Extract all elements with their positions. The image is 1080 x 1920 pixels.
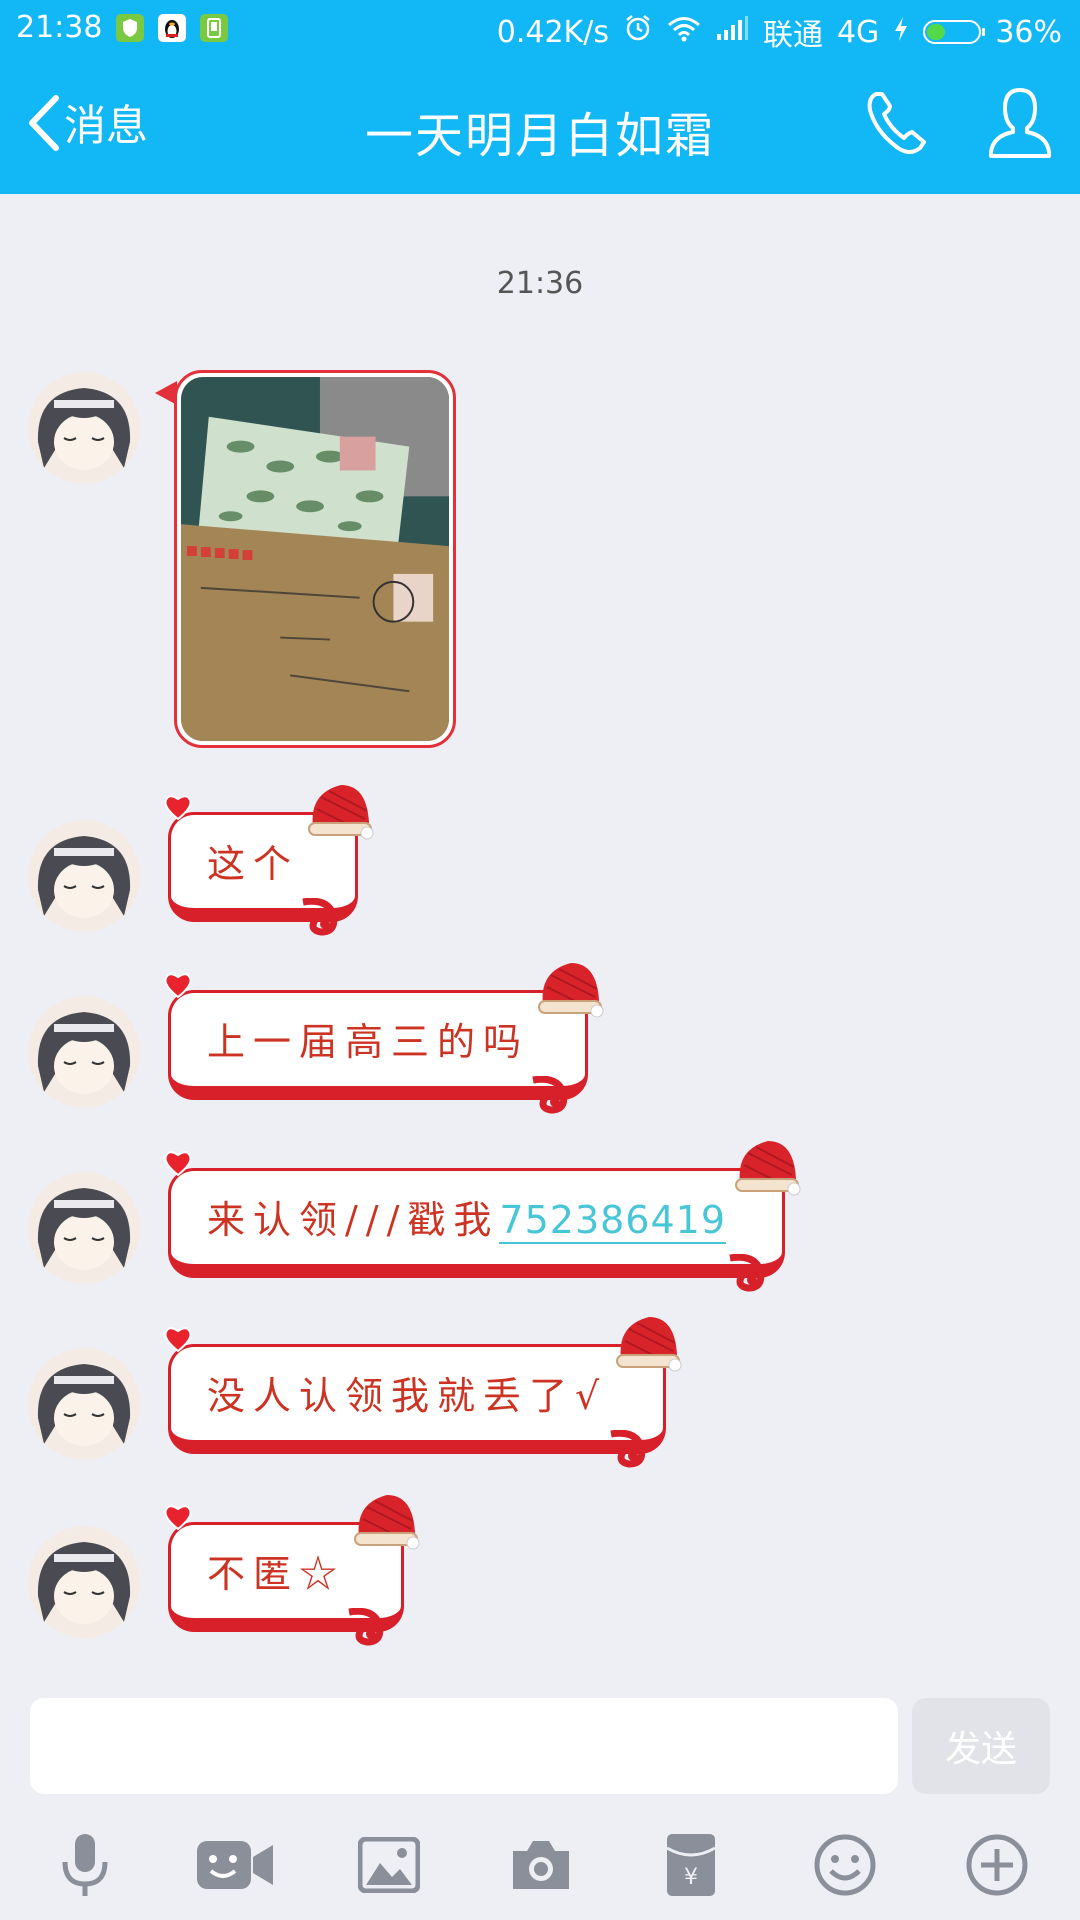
red-packet-icon: ¥ (666, 1834, 716, 1896)
camera-button[interactable] (496, 1820, 586, 1910)
video-call-button[interactable] (190, 1820, 280, 1910)
plus-icon (966, 1834, 1028, 1896)
heart-decoration-icon (164, 795, 192, 821)
contact-avatar[interactable] (28, 820, 140, 932)
alarm-icon (623, 13, 653, 51)
input-toolbar: ¥ (0, 1820, 1080, 1910)
message-bubble[interactable]: 上一届高三的吗 (164, 963, 604, 1114)
qq-number-link[interactable]: 752386419 (499, 1198, 727, 1244)
contact-avatar[interactable] (28, 1526, 140, 1638)
back-label: 消息 (64, 101, 149, 150)
status-time: 21:38 (16, 10, 103, 45)
more-options-button[interactable] (952, 1820, 1042, 1910)
charging-icon (893, 15, 909, 50)
profile-button[interactable] (985, 86, 1055, 160)
message-text: 这个 (207, 842, 300, 886)
contact-avatar[interactable] (28, 1172, 140, 1284)
voice-input-button[interactable] (40, 1820, 130, 1910)
santa-hat-icon (616, 1317, 682, 1372)
image-message[interactable] (155, 370, 456, 748)
phone-icon (867, 92, 926, 154)
voice-call-button[interactable] (862, 88, 932, 158)
message-text: 来认领///戳我 (207, 1198, 500, 1242)
ribbon-curl-icon (729, 1254, 765, 1292)
message-text: 不匿☆ (207, 1552, 346, 1596)
signal-icon (715, 15, 749, 50)
ribbon-curl-icon (302, 898, 338, 936)
heart-decoration-icon (164, 1151, 192, 1177)
image-picker-button[interactable] (344, 1820, 434, 1910)
wifi-icon (667, 15, 701, 50)
message-text: 没人认领我就丢了√ (207, 1374, 608, 1418)
chat-title: 一天明月白如霜 (364, 108, 715, 164)
contact-avatar[interactable] (28, 372, 140, 484)
qq-penguin-icon (158, 13, 187, 42)
santa-hat-icon (354, 1495, 420, 1550)
message-text: 上一届高三的吗 (207, 1020, 530, 1064)
header-bar: 21:38 0.42K/s 联通 4G 36% 消息 一天明月白如霜 (0, 0, 1080, 194)
heart-decoration-icon (164, 1327, 192, 1353)
image-icon (358, 1837, 420, 1893)
video-call-icon (197, 1841, 273, 1889)
microphone-icon (62, 1834, 108, 1896)
phone-app-icon (200, 13, 229, 42)
message-bubble[interactable]: 这个 (164, 785, 374, 936)
red-packet-button[interactable]: ¥ (646, 1820, 736, 1910)
emoji-icon (814, 1834, 876, 1896)
user-icon (989, 88, 1051, 158)
battery-percent: 36% (995, 14, 1062, 50)
security-shield-icon (116, 13, 145, 42)
emoji-button[interactable] (800, 1820, 890, 1910)
battery-icon (923, 20, 986, 44)
chevron-left-icon (29, 94, 59, 151)
network-speed: 0.42K/s (496, 14, 609, 50)
message-timestamp: 21:36 (496, 266, 584, 301)
message-bubble[interactable]: 没人认领我就丢了√ (164, 1317, 682, 1468)
envelope-photo (181, 377, 449, 741)
ribbon-curl-icon (532, 1076, 568, 1114)
svg-text:¥: ¥ (684, 1865, 698, 1890)
back-button[interactable]: 消息 (26, 92, 148, 153)
santa-hat-icon (308, 785, 374, 840)
carrier-name: 联通 (762, 18, 823, 53)
network-type: 4G (836, 14, 880, 50)
santa-hat-icon (538, 963, 604, 1018)
santa-hat-icon (735, 1141, 801, 1196)
contact-avatar[interactable] (28, 1348, 140, 1460)
message-bubble[interactable]: 来认领///戳我752386419 (164, 1141, 801, 1292)
ribbon-curl-icon (610, 1430, 646, 1468)
status-bar: 21:38 0.42K/s 联通 4G 36% (0, 0, 1080, 58)
heart-decoration-icon (164, 973, 192, 999)
heart-decoration-icon (164, 1505, 192, 1531)
contact-avatar[interactable] (28, 996, 140, 1108)
message-input[interactable] (30, 1698, 898, 1794)
camera-icon (513, 1841, 569, 1889)
ribbon-curl-icon (348, 1608, 384, 1646)
message-bubble[interactable]: 不匿☆ (164, 1495, 420, 1646)
send-button[interactable]: 发送 (912, 1698, 1050, 1794)
